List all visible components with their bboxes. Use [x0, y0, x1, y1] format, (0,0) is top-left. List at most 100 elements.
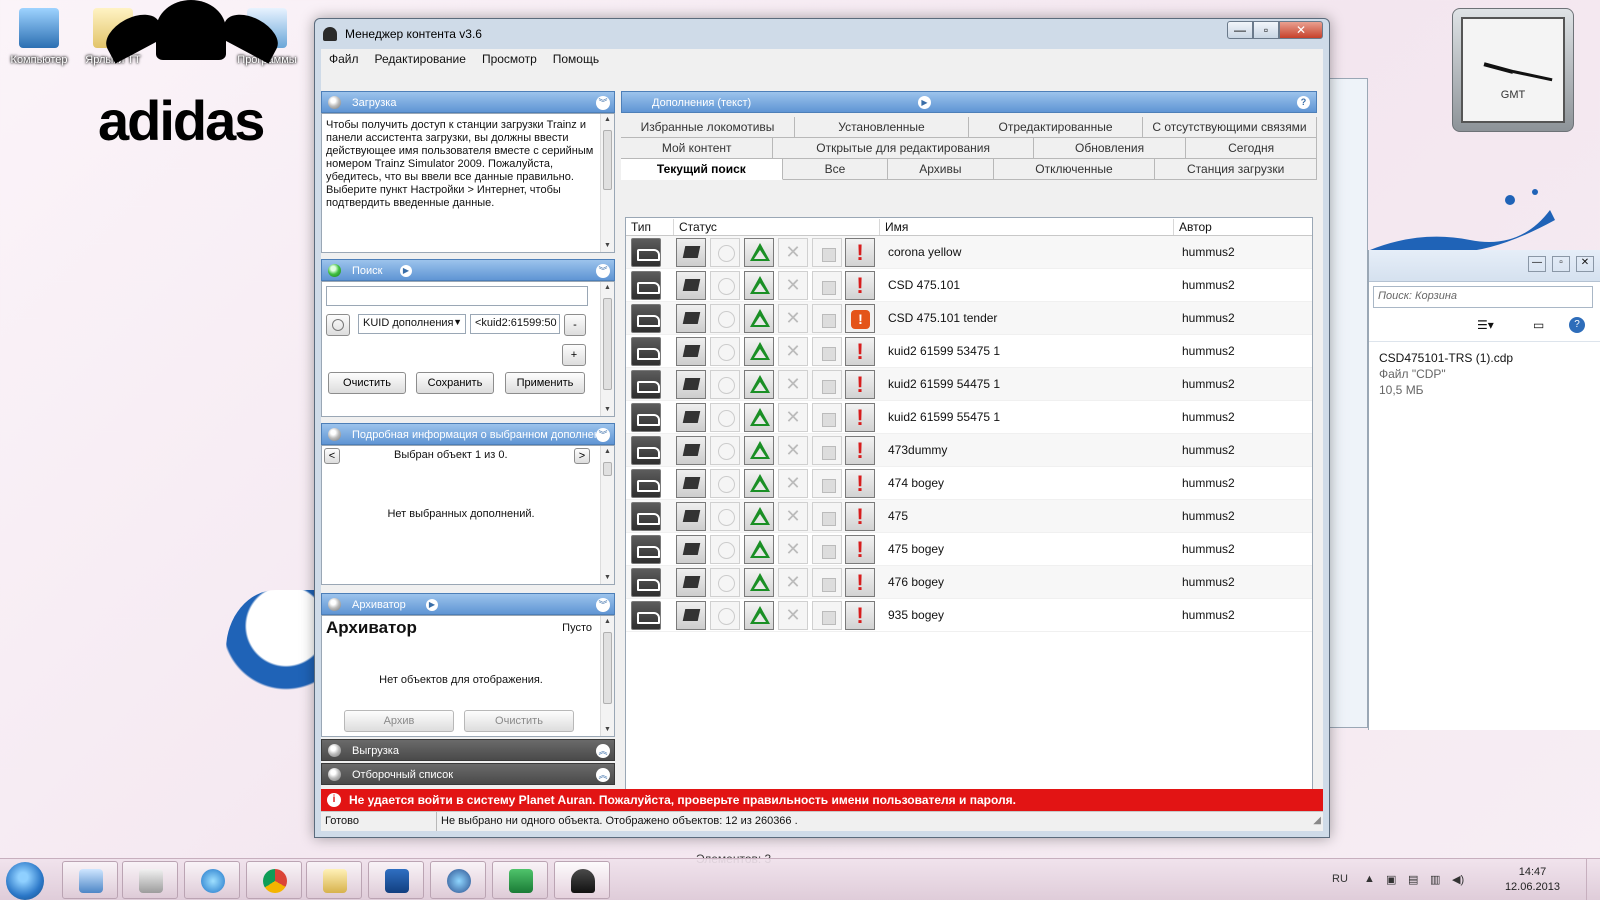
taskbar-app-isi-group[interactable] [368, 861, 424, 899]
add-filter-button[interactable]: + [562, 344, 586, 366]
collapse-icon[interactable]: ︾ [596, 598, 610, 612]
volume-icon[interactable]: ◀) [1452, 873, 1466, 887]
explorer-close-button[interactable]: ✕ [1576, 256, 1594, 272]
collapse-icon[interactable]: ︾ [596, 428, 610, 442]
download-scrollbar[interactable]: ▲ ▼ [600, 114, 614, 252]
search-scrollbar[interactable]: ▲ ▼ [600, 282, 614, 416]
scroll-thumb[interactable] [603, 298, 612, 390]
tab-my-content[interactable]: Мой контент [621, 138, 774, 159]
scroll-up-icon[interactable]: ▲ [601, 282, 614, 294]
table-row[interactable]: ✕! 475 hummus2 [626, 500, 1312, 533]
taskbar-app-calculator[interactable] [122, 861, 178, 899]
archiver-panel-header[interactable]: Архиватор ▶ ︾ [321, 593, 615, 615]
tab-today[interactable]: Сегодня [1186, 138, 1317, 159]
menu-help[interactable]: Помощь [545, 49, 607, 71]
expand-arrow-icon[interactable]: ▶ [426, 599, 438, 611]
filter-toggle-button[interactable] [326, 314, 350, 336]
desktop-icon-computer[interactable]: Компьютер [0, 8, 78, 66]
scroll-down-icon[interactable]: ▼ [601, 404, 614, 416]
window-titlebar[interactable]: Менеджер контента v3.6 — ▫ ✕ [315, 19, 1329, 49]
column-name[interactable]: Имя [880, 219, 1174, 235]
scroll-thumb[interactable] [603, 130, 612, 190]
search-query-input[interactable] [326, 286, 588, 306]
remove-filter-button[interactable]: - [564, 314, 586, 336]
table-row[interactable]: ✕! corona yellow hummus2 [626, 236, 1312, 269]
explorer-file-item[interactable]: CSD475101-TRS (1).cdp Файл "CDP" 10,5 МБ [1379, 350, 1513, 398]
collapse-icon[interactable]: ︾ [596, 96, 610, 110]
start-button[interactable] [6, 862, 44, 900]
clear-search-button[interactable]: Очистить [328, 372, 406, 394]
table-row[interactable]: ✕! CSD 475.101 hummus2 [626, 269, 1312, 302]
device-tray-icon[interactable]: ▤ [1408, 873, 1422, 887]
details-next-button[interactable]: > [574, 448, 590, 464]
details-panel-header[interactable]: Подробная информация о выбранном дополне… [321, 423, 615, 445]
tab-current-search[interactable]: Текущий поиск [621, 159, 783, 180]
archive-button[interactable]: Архив [344, 710, 454, 732]
tab-all[interactable]: Все [782, 159, 889, 180]
taskbar-app-trainz[interactable] [554, 861, 610, 899]
tab-updates[interactable]: Обновления [1033, 138, 1187, 159]
save-search-button[interactable]: Сохранить [416, 372, 494, 394]
network-tray-icon[interactable]: ▣ [1386, 873, 1400, 887]
help-icon[interactable]: ? [1569, 317, 1585, 333]
tab-missing-deps[interactable]: С отсутствующими связями [1143, 117, 1317, 138]
column-author[interactable]: Автор [1174, 219, 1290, 235]
tab-open-for-edit[interactable]: Открытые для редактирования [773, 138, 1034, 159]
scroll-down-icon[interactable]: ▼ [601, 724, 614, 736]
minimize-button[interactable]: — [1227, 21, 1253, 39]
scroll-thumb[interactable] [603, 632, 612, 704]
menu-edit[interactable]: Редактирование [367, 49, 474, 71]
table-row[interactable]: ✕! 935 bogey hummus2 [626, 599, 1312, 632]
filter-field-select[interactable]: KUID дополнения ▼ [358, 314, 466, 334]
shortlist-panel-header[interactable]: Отборочный список ︽ [321, 763, 615, 785]
table-row[interactable]: ✕! 475 bogey hummus2 [626, 533, 1312, 566]
tab-edited[interactable]: Отредактированные [969, 117, 1143, 138]
scroll-up-icon[interactable]: ▲ [601, 114, 614, 126]
menu-file[interactable]: Файл [321, 49, 367, 71]
taskbar-app-file-explorer[interactable] [306, 861, 362, 899]
show-hidden-icons-icon[interactable]: ▲ [1364, 873, 1378, 887]
upload-panel-header[interactable]: Выгрузка ︽ [321, 739, 615, 761]
content-panel-header[interactable]: Дополнения (текст) ▶ ? [621, 91, 1317, 113]
expand-arrow-icon[interactable]: ▶ [918, 96, 931, 109]
scroll-up-icon[interactable]: ▲ [601, 616, 614, 628]
maximize-button[interactable]: ▫ [1253, 21, 1279, 39]
explorer-search-input[interactable]: Поиск: Корзина [1373, 286, 1593, 308]
scroll-up-icon[interactable]: ▲ [601, 446, 614, 458]
tab-archives[interactable]: Архивы [888, 159, 994, 180]
table-row[interactable]: ✕! 473dummy hummus2 [626, 434, 1312, 467]
taskbar-app-computer-management[interactable] [62, 861, 118, 899]
expand-icon[interactable]: ︽ [596, 744, 610, 758]
expand-icon[interactable]: ︽ [596, 768, 610, 782]
download-panel-header[interactable]: Загрузка ︾ [321, 91, 615, 113]
taskbar-app-utility[interactable] [430, 861, 486, 899]
help-icon[interactable]: ? [1297, 96, 1310, 109]
scroll-down-icon[interactable]: ▼ [601, 240, 614, 252]
table-row[interactable]: ✕! 476 bogey hummus2 [626, 566, 1312, 599]
details-prev-button[interactable]: < [324, 448, 340, 464]
preview-pane-icon[interactable]: ▭ [1533, 318, 1544, 332]
close-button[interactable]: ✕ [1279, 21, 1323, 39]
taskbar-app-chrome[interactable] [246, 861, 302, 899]
filter-value-input[interactable]: <kuid2:61599:50 [470, 314, 560, 334]
resize-grip-icon[interactable]: ◢ [1313, 811, 1321, 830]
taskbar-app-excel[interactable] [492, 861, 548, 899]
column-type[interactable]: Тип [626, 219, 674, 235]
collapse-icon[interactable]: ︾ [596, 264, 610, 278]
column-status[interactable]: Статус [674, 219, 880, 235]
table-row[interactable]: ✕! kuid2 61599 55475 1 hummus2 [626, 401, 1312, 434]
details-scrollbar[interactable]: ▲ ▼ [600, 446, 614, 584]
tab-download-station[interactable]: Станция загрузки [1155, 159, 1318, 180]
archiver-clear-button[interactable]: Очистить [464, 710, 574, 732]
tab-disabled[interactable]: Отключенные [993, 159, 1156, 180]
tab-installed[interactable]: Установленные [795, 117, 969, 138]
table-row[interactable]: ✕! kuid2 61599 54475 1 hummus2 [626, 368, 1312, 401]
dropdown-arrow-icon[interactable]: ▼ [453, 317, 462, 327]
table-row[interactable]: ✕! 474 bogey hummus2 [626, 467, 1312, 500]
table-row[interactable]: ✕ CSD 475.101 tender hummus2 [626, 302, 1312, 335]
scroll-down-icon[interactable]: ▼ [601, 572, 614, 584]
scroll-thumb[interactable] [603, 462, 612, 476]
apply-search-button[interactable]: Применить [505, 372, 585, 394]
search-panel-header[interactable]: Поиск ▶ ︾ [321, 259, 615, 281]
expand-arrow-icon[interactable]: ▶ [400, 265, 412, 277]
